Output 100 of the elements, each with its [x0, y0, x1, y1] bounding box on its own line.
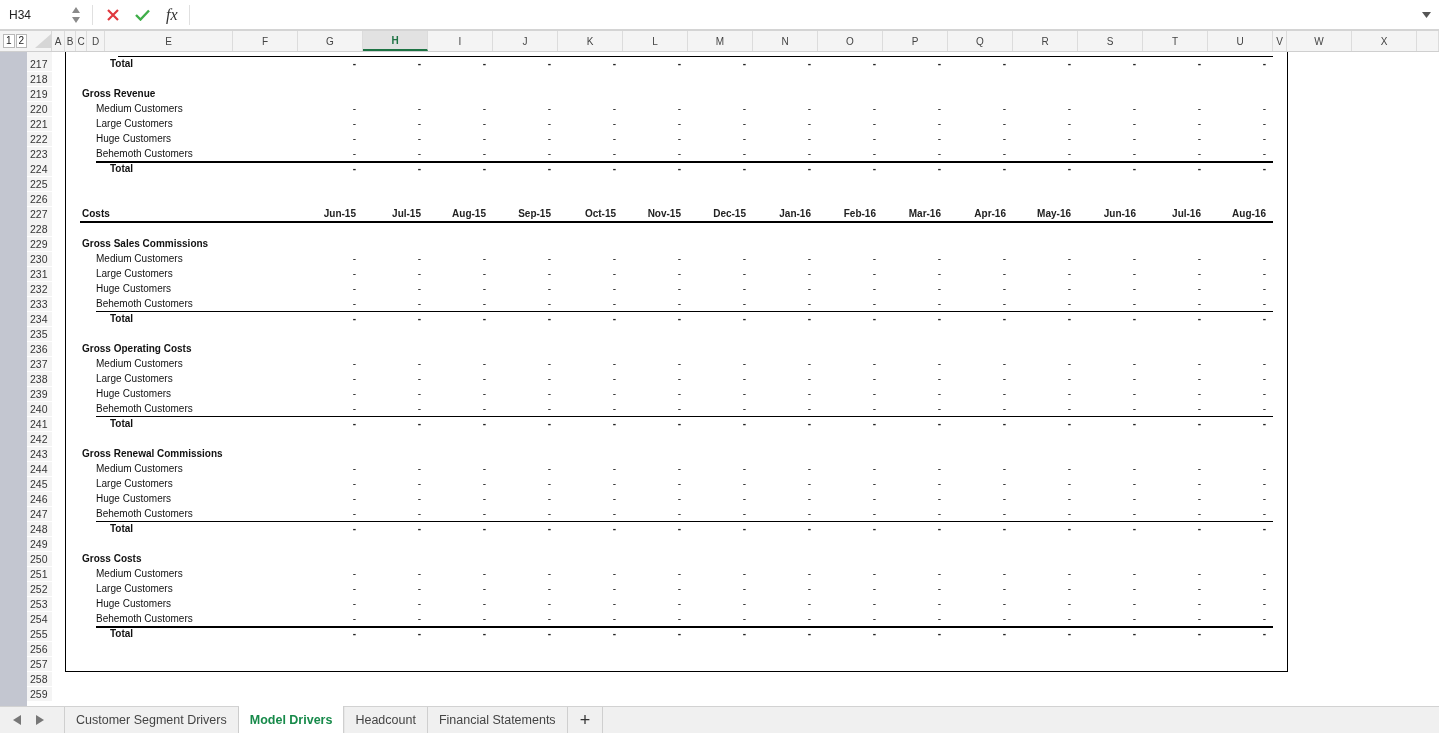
column-header[interactable]: S — [1078, 31, 1143, 51]
table-cell: - — [352, 403, 356, 414]
column-header[interactable]: J — [493, 31, 558, 51]
table-cell: - — [937, 133, 941, 144]
table-cell: - — [352, 613, 356, 624]
column-header[interactable]: D — [87, 31, 105, 51]
table-cell: - — [482, 613, 486, 624]
row-label: Huge Customers — [96, 388, 172, 399]
name-box[interactable]: H34 — [0, 0, 86, 29]
column-header[interactable]: O — [818, 31, 883, 51]
table-cell: - — [677, 613, 681, 624]
table-cell: - — [1002, 388, 1006, 399]
table-cell: - — [807, 478, 811, 489]
column-header[interactable]: Q — [948, 31, 1013, 51]
table-cell: - — [1002, 463, 1006, 474]
table-cell: - — [872, 613, 876, 624]
column-header[interactable]: A — [52, 31, 65, 51]
table-cell: - — [872, 283, 876, 294]
table-cell: - — [807, 133, 811, 144]
table-cell: - — [1262, 313, 1266, 324]
table-cell: - — [677, 148, 681, 159]
column-header[interactable]: T — [1143, 31, 1208, 51]
table-cell: - — [482, 583, 486, 594]
add-sheet-button[interactable]: + — [567, 707, 604, 733]
outline-level-button[interactable]: 1 — [3, 34, 15, 48]
function-button[interactable]: fx — [166, 5, 178, 24]
table-cell: - — [742, 268, 746, 279]
table-cell: - — [872, 118, 876, 129]
table-cell: - — [1262, 418, 1266, 429]
column-header[interactable]: X — [1352, 31, 1417, 51]
sheet-tab[interactable]: Model Drivers — [238, 706, 345, 733]
table-cell: - — [1262, 298, 1266, 309]
table-cell: - — [872, 598, 876, 609]
column-header[interactable]: L — [623, 31, 688, 51]
column-header[interactable]: U — [1208, 31, 1273, 51]
row-number: 229 — [27, 237, 52, 252]
table-cell: - — [352, 283, 356, 294]
table-cell: - — [742, 313, 746, 324]
column-header[interactable]: K — [558, 31, 623, 51]
row-label: Huge Customers — [96, 493, 172, 504]
table-cell: - — [1197, 313, 1201, 324]
column-header[interactable]: I — [428, 31, 493, 51]
table-cell: - — [547, 583, 551, 594]
column-header[interactable]: V — [1273, 31, 1287, 51]
table-cell: - — [1132, 298, 1136, 309]
cancel-icon[interactable] — [107, 8, 119, 21]
sheet-tab[interactable]: Headcount — [344, 707, 428, 733]
column-header[interactable]: C — [76, 31, 87, 51]
table-cell: - — [352, 253, 356, 264]
outline-level-button[interactable]: 2 — [15, 34, 28, 48]
table-cell: - — [417, 58, 421, 69]
column-header[interactable]: W — [1287, 31, 1352, 51]
table-cell: - — [547, 493, 551, 504]
row-label: Medium Customers — [96, 103, 183, 114]
column-header[interactable]: N — [753, 31, 818, 51]
row-number: 233 — [27, 297, 52, 312]
table-cell: - — [742, 298, 746, 309]
column-header[interactable]: H — [363, 31, 428, 51]
table-cell: - — [547, 298, 551, 309]
expand-caret-icon[interactable] — [1422, 11, 1431, 18]
table-cell: - — [677, 298, 681, 309]
table-cell: - — [482, 283, 486, 294]
column-header[interactable]: E — [105, 31, 233, 51]
column-header[interactable]: F — [233, 31, 298, 51]
next-sheet-icon[interactable] — [36, 715, 44, 725]
table-cell: - — [807, 463, 811, 474]
table-cell: - — [547, 313, 551, 324]
sheet-tab[interactable]: Customer Segment Drivers — [65, 707, 239, 733]
table-cell: - — [742, 463, 746, 474]
table-cell: - — [547, 163, 551, 174]
column-header[interactable]: M — [688, 31, 753, 51]
table-cell: - — [677, 628, 681, 639]
column-header[interactable]: P — [883, 31, 948, 51]
column-header[interactable]: B — [65, 31, 76, 51]
table-cell: - — [807, 148, 811, 159]
table-cell: - — [547, 523, 551, 534]
table-cell: - — [352, 388, 356, 399]
check-icon[interactable] — [135, 8, 150, 21]
row-label: Large Customers — [96, 478, 173, 489]
table-cell: - — [612, 613, 616, 624]
table-cell: - — [417, 493, 421, 504]
sheet-tab[interactable]: Financial Statements — [427, 707, 568, 733]
table-cell: - — [612, 163, 616, 174]
table-cell: - — [1197, 58, 1201, 69]
previous-sheet-icon[interactable] — [13, 715, 21, 725]
table-cell: - — [612, 358, 616, 369]
table-cell: - — [612, 478, 616, 489]
table-cell: - — [482, 298, 486, 309]
table-cell: - — [547, 58, 551, 69]
table-cell: - — [1197, 493, 1201, 504]
group-heading: Gross Renewal Commissions — [82, 448, 223, 459]
table-cell: - — [1002, 268, 1006, 279]
table-cell: - — [937, 268, 941, 279]
column-header[interactable]: R — [1013, 31, 1078, 51]
table-cell: - — [547, 373, 551, 384]
row-label: Medium Customers — [96, 358, 183, 369]
table-cell: - — [872, 133, 876, 144]
table-cell: - — [1262, 508, 1266, 519]
row-number: 247 — [27, 507, 52, 522]
table-cell: - — [1197, 283, 1201, 294]
